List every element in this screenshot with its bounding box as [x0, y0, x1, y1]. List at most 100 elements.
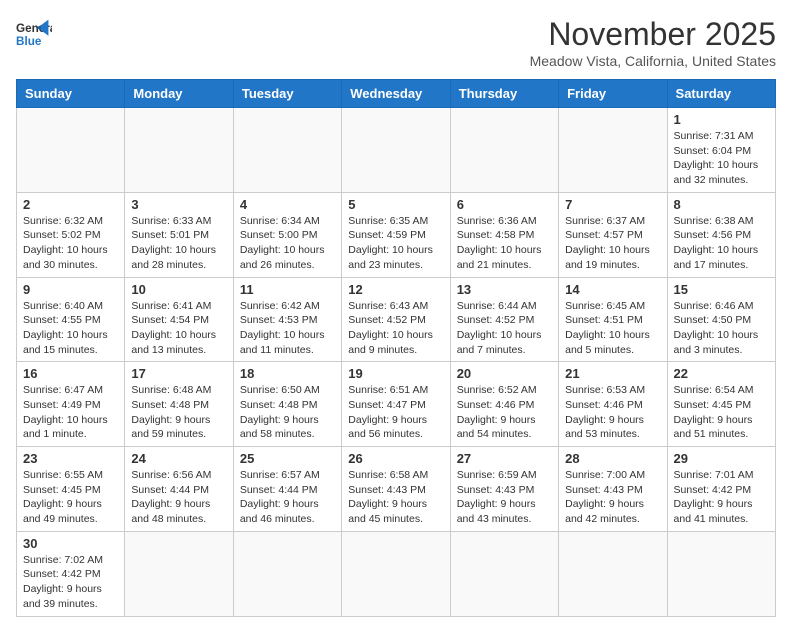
- calendar-table: SundayMondayTuesdayWednesdayThursdayFrid…: [16, 79, 776, 617]
- day-number: 13: [457, 282, 552, 297]
- weekday-header-row: SundayMondayTuesdayWednesdayThursdayFrid…: [17, 80, 776, 108]
- day-info: Sunrise: 6:34 AM Sunset: 5:00 PM Dayligh…: [240, 214, 335, 273]
- calendar-cell: 6 Sunrise: 6:36 AM Sunset: 4:58 PM Daylig…: [450, 192, 558, 277]
- day-number: 4: [240, 197, 335, 212]
- calendar-cell: 3 Sunrise: 6:33 AM Sunset: 5:01 PM Daylig…: [125, 192, 233, 277]
- day-number: 26: [348, 451, 443, 466]
- day-number: 6: [457, 197, 552, 212]
- weekday-header-thursday: Thursday: [450, 80, 558, 108]
- calendar-cell: 22Sunrise: 6:54 AM Sunset: 4:45 PM Dayli…: [667, 362, 775, 447]
- weekday-header-friday: Friday: [559, 80, 667, 108]
- title-area: November 2025 Meadow Vista, California, …: [530, 16, 776, 69]
- calendar-cell: [125, 108, 233, 193]
- day-number: 10: [131, 282, 226, 297]
- day-info: Sunrise: 7:01 AM Sunset: 4:42 PM Dayligh…: [674, 468, 769, 527]
- calendar-cell: 17 Sunrise: 6:48 AM Sunset: 4:48 PM Dayli…: [125, 362, 233, 447]
- day-info: Sunrise: 6:43 AM Sunset: 4:52 PM Dayligh…: [348, 299, 443, 358]
- calendar-cell: [233, 108, 341, 193]
- day-info: Sunrise: 6:32 AM Sunset: 5:02 PM Dayligh…: [23, 214, 118, 273]
- subtitle: Meadow Vista, California, United States: [530, 53, 776, 69]
- day-info: Sunrise: 6:38 AM Sunset: 4:56 PM Dayligh…: [674, 214, 769, 273]
- day-number: 17: [131, 366, 226, 381]
- calendar-cell: 24 Sunrise: 6:56 AM Sunset: 4:44 PM Dayli…: [125, 447, 233, 532]
- weekday-header-wednesday: Wednesday: [342, 80, 450, 108]
- day-info: Sunrise: 7:02 AM Sunset: 4:42 PM Dayligh…: [23, 553, 118, 612]
- calendar-cell: 25 Sunrise: 6:57 AM Sunset: 4:44 PM Dayli…: [233, 447, 341, 532]
- calendar-cell: 15Sunrise: 6:46 AM Sunset: 4:50 PM Dayli…: [667, 277, 775, 362]
- day-number: 30: [23, 536, 118, 551]
- calendar-cell: 7 Sunrise: 6:37 AM Sunset: 4:57 PM Daylig…: [559, 192, 667, 277]
- calendar-cell: 28 Sunrise: 7:00 AM Sunset: 4:43 PM Dayli…: [559, 447, 667, 532]
- day-info: Sunrise: 6:56 AM Sunset: 4:44 PM Dayligh…: [131, 468, 226, 527]
- day-info: Sunrise: 6:59 AM Sunset: 4:43 PM Dayligh…: [457, 468, 552, 527]
- calendar-cell: [233, 531, 341, 616]
- calendar-cell: 1 Sunrise: 7:31 AM Sunset: 6:04 PM Daylig…: [667, 108, 775, 193]
- day-info: Sunrise: 7:31 AM Sunset: 6:04 PM Dayligh…: [674, 129, 769, 188]
- calendar-cell: 12 Sunrise: 6:43 AM Sunset: 4:52 PM Dayli…: [342, 277, 450, 362]
- calendar-cell: 23 Sunrise: 6:55 AM Sunset: 4:45 PM Dayli…: [17, 447, 125, 532]
- day-info: Sunrise: 6:48 AM Sunset: 4:48 PM Dayligh…: [131, 383, 226, 442]
- day-info: Sunrise: 6:57 AM Sunset: 4:44 PM Dayligh…: [240, 468, 335, 527]
- day-info: Sunrise: 6:37 AM Sunset: 4:57 PM Dayligh…: [565, 214, 660, 273]
- calendar-cell: 30 Sunrise: 7:02 AM Sunset: 4:42 PM Dayli…: [17, 531, 125, 616]
- day-info: Sunrise: 6:51 AM Sunset: 4:47 PM Dayligh…: [348, 383, 443, 442]
- calendar-cell: 11 Sunrise: 6:42 AM Sunset: 4:53 PM Dayli…: [233, 277, 341, 362]
- day-info: Sunrise: 6:44 AM Sunset: 4:52 PM Dayligh…: [457, 299, 552, 358]
- calendar-cell: 27Sunrise: 6:59 AM Sunset: 4:43 PM Dayli…: [450, 447, 558, 532]
- day-number: 21: [565, 366, 660, 381]
- day-info: Sunrise: 6:35 AM Sunset: 4:59 PM Dayligh…: [348, 214, 443, 273]
- calendar-cell: [559, 531, 667, 616]
- calendar-cell: 20Sunrise: 6:52 AM Sunset: 4:46 PM Dayli…: [450, 362, 558, 447]
- day-info: Sunrise: 6:46 AM Sunset: 4:50 PM Dayligh…: [674, 299, 769, 358]
- day-number: 16: [23, 366, 118, 381]
- calendar-cell: 13 Sunrise: 6:44 AM Sunset: 4:52 PM Dayli…: [450, 277, 558, 362]
- calendar-cell: 18Sunrise: 6:50 AM Sunset: 4:48 PM Dayli…: [233, 362, 341, 447]
- day-number: 11: [240, 282, 335, 297]
- calendar-cell: 4 Sunrise: 6:34 AM Sunset: 5:00 PM Daylig…: [233, 192, 341, 277]
- day-number: 7: [565, 197, 660, 212]
- calendar-cell: [125, 531, 233, 616]
- week-row-1: 2 Sunrise: 6:32 AM Sunset: 5:02 PM Daylig…: [17, 192, 776, 277]
- day-number: 23: [23, 451, 118, 466]
- day-number: 3: [131, 197, 226, 212]
- calendar-cell: 16Sunrise: 6:47 AM Sunset: 4:49 PM Dayli…: [17, 362, 125, 447]
- month-title: November 2025: [530, 16, 776, 53]
- svg-text:Blue: Blue: [16, 35, 42, 48]
- day-info: Sunrise: 6:42 AM Sunset: 4:53 PM Dayligh…: [240, 299, 335, 358]
- calendar-cell: [342, 531, 450, 616]
- day-number: 1: [674, 112, 769, 127]
- calendar-cell: 2 Sunrise: 6:32 AM Sunset: 5:02 PM Daylig…: [17, 192, 125, 277]
- calendar-cell: 8Sunrise: 6:38 AM Sunset: 4:56 PM Daylig…: [667, 192, 775, 277]
- day-info: Sunrise: 6:41 AM Sunset: 4:54 PM Dayligh…: [131, 299, 226, 358]
- day-number: 29: [674, 451, 769, 466]
- day-number: 14: [565, 282, 660, 297]
- calendar-cell: [667, 531, 775, 616]
- calendar-cell: 26 Sunrise: 6:58 AM Sunset: 4:43 PM Dayli…: [342, 447, 450, 532]
- day-info: Sunrise: 6:36 AM Sunset: 4:58 PM Dayligh…: [457, 214, 552, 273]
- day-info: Sunrise: 6:33 AM Sunset: 5:01 PM Dayligh…: [131, 214, 226, 273]
- day-info: Sunrise: 6:55 AM Sunset: 4:45 PM Dayligh…: [23, 468, 118, 527]
- weekday-header-tuesday: Tuesday: [233, 80, 341, 108]
- weekday-header-monday: Monday: [125, 80, 233, 108]
- calendar-cell: [559, 108, 667, 193]
- day-info: Sunrise: 7:00 AM Sunset: 4:43 PM Dayligh…: [565, 468, 660, 527]
- day-number: 24: [131, 451, 226, 466]
- day-info: Sunrise: 6:54 AM Sunset: 4:45 PM Dayligh…: [674, 383, 769, 442]
- logo: General Blue: [16, 16, 52, 52]
- day-info: Sunrise: 6:45 AM Sunset: 4:51 PM Dayligh…: [565, 299, 660, 358]
- day-info: Sunrise: 6:52 AM Sunset: 4:46 PM Dayligh…: [457, 383, 552, 442]
- day-info: Sunrise: 6:53 AM Sunset: 4:46 PM Dayligh…: [565, 383, 660, 442]
- day-info: Sunrise: 6:50 AM Sunset: 4:48 PM Dayligh…: [240, 383, 335, 442]
- header-area: General Blue November 2025 Meadow Vista,…: [16, 16, 776, 69]
- day-number: 12: [348, 282, 443, 297]
- day-number: 2: [23, 197, 118, 212]
- day-number: 5: [348, 197, 443, 212]
- day-info: Sunrise: 6:58 AM Sunset: 4:43 PM Dayligh…: [348, 468, 443, 527]
- day-number: 25: [240, 451, 335, 466]
- calendar-cell: 19 Sunrise: 6:51 AM Sunset: 4:47 PM Dayli…: [342, 362, 450, 447]
- day-number: 9: [23, 282, 118, 297]
- calendar-cell: [450, 531, 558, 616]
- day-number: 28: [565, 451, 660, 466]
- calendar-cell: 10 Sunrise: 6:41 AM Sunset: 4:54 PM Dayli…: [125, 277, 233, 362]
- day-number: 19: [348, 366, 443, 381]
